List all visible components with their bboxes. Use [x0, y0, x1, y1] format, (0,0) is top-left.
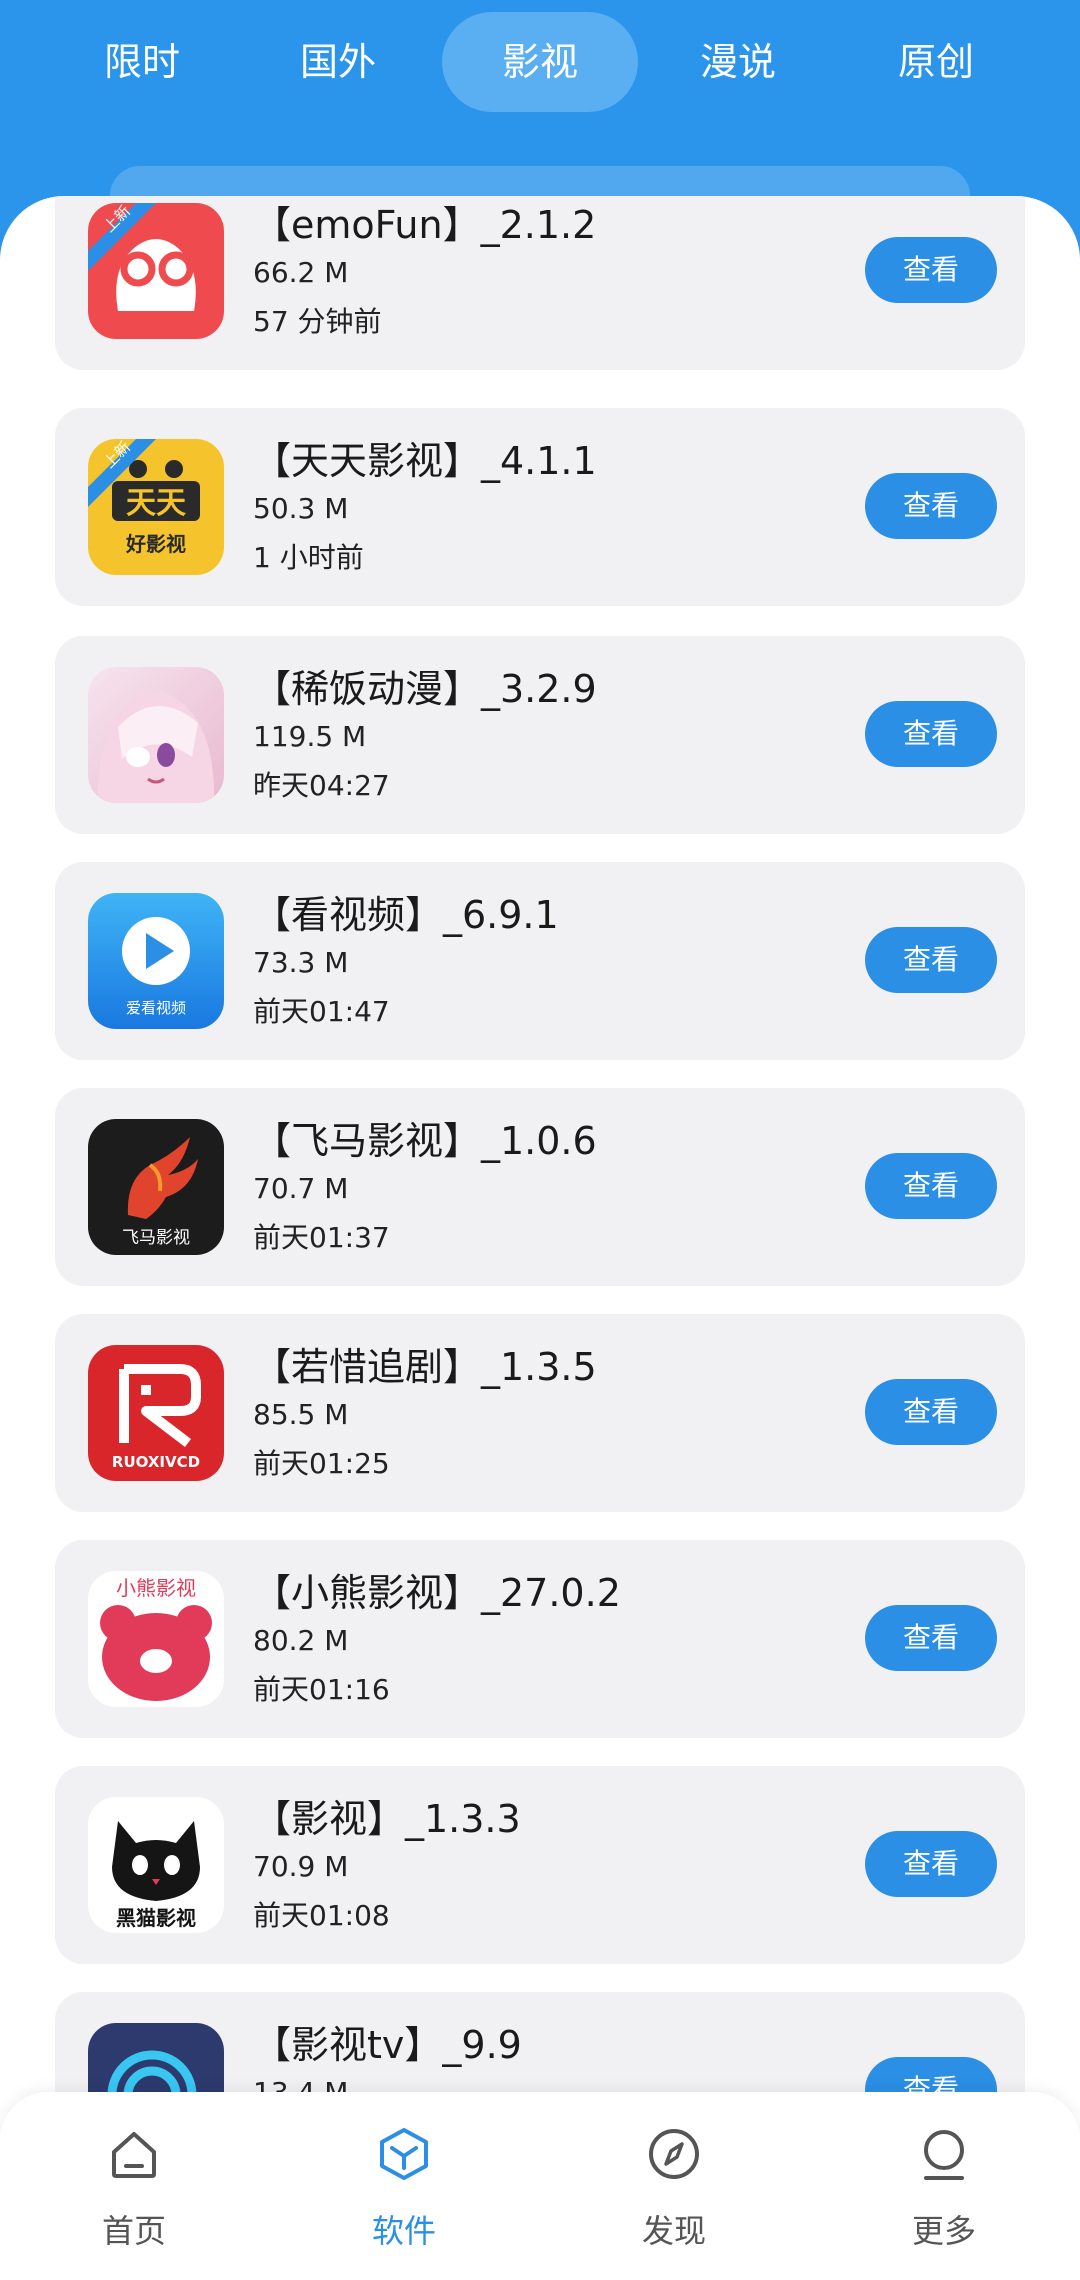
icon-text: RUOXIVCD	[112, 1453, 200, 1471]
icon-text: 飞马影视	[122, 1228, 190, 1248]
icon-text: 黑猫影视	[116, 1906, 196, 1930]
app-name: 【emoFun】_2.1.2	[253, 203, 597, 247]
app-time: 前天01:25	[253, 1447, 390, 1480]
app-size: 119.5 M	[253, 720, 367, 753]
app-card[interactable]: 上新 【emoFun】_2.1.2 66.2 M 57 分钟前 查看	[55, 196, 1025, 370]
app-name: 【影视tv】_9.9	[253, 2023, 522, 2067]
view-button[interactable]: 查看	[865, 1831, 997, 1897]
category-tabs: 限时 国外 影视 漫说 原创	[0, 12, 1080, 112]
app-time: 前天01:16	[253, 1673, 390, 1706]
app-name: 【看视频】_6.9.1	[253, 893, 559, 937]
view-button[interactable]: 查看	[865, 927, 997, 993]
icon-text: 好影视	[125, 532, 186, 556]
view-button[interactable]: 查看	[865, 1605, 997, 1671]
nav-home[interactable]: 首页	[34, 2092, 234, 2280]
app-card[interactable]: 爱看视频 【看视频】_6.9.1 73.3 M 前天01:47 查看	[55, 862, 1025, 1060]
tab-video[interactable]: 影视	[442, 12, 638, 112]
icon-text: 小熊影视	[116, 1576, 196, 1600]
view-button[interactable]: 查看	[865, 701, 997, 767]
app-card[interactable]: 小熊影视 【小熊影视】_27.0.2 80.2 M 前天01:16 查看	[55, 1540, 1025, 1738]
app-size: 73.3 M	[253, 946, 349, 979]
app-size: 70.9 M	[253, 1850, 349, 1883]
app-card[interactable]: 【稀饭动漫】_3.2.9 119.5 M 昨天04:27 查看	[55, 636, 1025, 834]
icon-text: 爱看视频	[126, 999, 186, 1017]
app-list-sheet: 上新 【emoFun】_2.1.2 66.2 M 57 分钟前 查看 天天 好影…	[0, 196, 1080, 2280]
tab-limited[interactable]: 限时	[44, 12, 240, 112]
app-name: 【若惜追剧】_1.3.5	[253, 1345, 597, 1389]
view-button[interactable]: 查看	[865, 1153, 997, 1219]
app-time: 1 小时前	[253, 541, 364, 574]
app-time: 前天01:37	[253, 1221, 390, 1254]
app-time: 前天01:08	[253, 1899, 390, 1932]
cube-icon	[380, 2128, 428, 2180]
view-button[interactable]: 查看	[865, 473, 997, 539]
profile-icon	[924, 2130, 964, 2180]
tiantian-icon: 天天 好影视 上新	[88, 439, 224, 575]
app-card[interactable]: 黑猫影视 【影视】_1.3.3 70.9 M 前天01:08 查看	[55, 1766, 1025, 1964]
tab-foreign[interactable]: 国外	[240, 12, 436, 112]
view-button[interactable]: 查看	[865, 237, 997, 303]
app-time: 前天01:47	[253, 995, 390, 1028]
nav-more[interactable]: 更多	[844, 2092, 1044, 2280]
app-size: 70.7 M	[253, 1172, 349, 1205]
bottom-nav: 首页 软件 发现 更多	[0, 2092, 1080, 2280]
tab-comics[interactable]: 漫说	[640, 12, 836, 112]
compass-icon	[649, 2129, 699, 2179]
play-icon: 爱看视频	[88, 893, 224, 1029]
app-time: 57 分钟前	[253, 305, 382, 338]
icon-text: 天天	[126, 486, 186, 521]
nav-software[interactable]: 软件	[304, 2092, 504, 2280]
bear-icon: 小熊影视	[88, 1571, 224, 1707]
app-size: 85.5 M	[253, 1398, 349, 1431]
app-name: 【小熊影视】_27.0.2	[253, 1571, 621, 1615]
black-cat-icon: 黑猫影视	[88, 1797, 224, 1933]
app-card[interactable]: RUOXIVCD 【若惜追剧】_1.3.5 85.5 M 前天01:25 查看	[55, 1314, 1025, 1512]
app-name: 【飞马影视】_1.0.6	[253, 1119, 597, 1163]
ruoxi-icon: RUOXIVCD	[88, 1345, 224, 1481]
app-name: 【影视】_1.3.3	[253, 1797, 521, 1841]
app-card[interactable]: 天天 好影视 上新 【天天影视】_4.1.1 50.3 M 1 小时前 查看	[55, 408, 1025, 606]
nav-label: 更多	[911, 2212, 976, 2250]
tab-original[interactable]: 原创	[838, 12, 1034, 112]
app-size: 80.2 M	[253, 1624, 349, 1657]
nav-label: 首页	[101, 2212, 166, 2250]
app-name: 【天天影视】_4.1.1	[253, 439, 597, 483]
view-button[interactable]: 查看	[865, 1379, 997, 1445]
emofun-icon: 上新	[88, 203, 224, 339]
xifan-anime-icon	[88, 667, 224, 803]
app-size: 66.2 M	[253, 256, 349, 289]
app-store-page: 限时 国外 影视 漫说 原创 上新 【emoFun】_2.1.2 66.2 M …	[0, 0, 1080, 2280]
pegasus-icon: 飞马影视	[88, 1119, 224, 1255]
app-size: 50.3 M	[253, 492, 349, 525]
app-card[interactable]: 飞马影视 【飞马影视】_1.0.6 70.7 M 前天01:37 查看	[55, 1088, 1025, 1286]
home-icon	[112, 2132, 156, 2178]
nav-discover[interactable]: 发现	[574, 2092, 774, 2280]
app-name: 【稀饭动漫】_3.2.9	[253, 667, 597, 711]
app-time: 昨天04:27	[253, 769, 390, 802]
nav-label: 软件	[371, 2212, 436, 2250]
nav-label: 发现	[641, 2212, 706, 2250]
